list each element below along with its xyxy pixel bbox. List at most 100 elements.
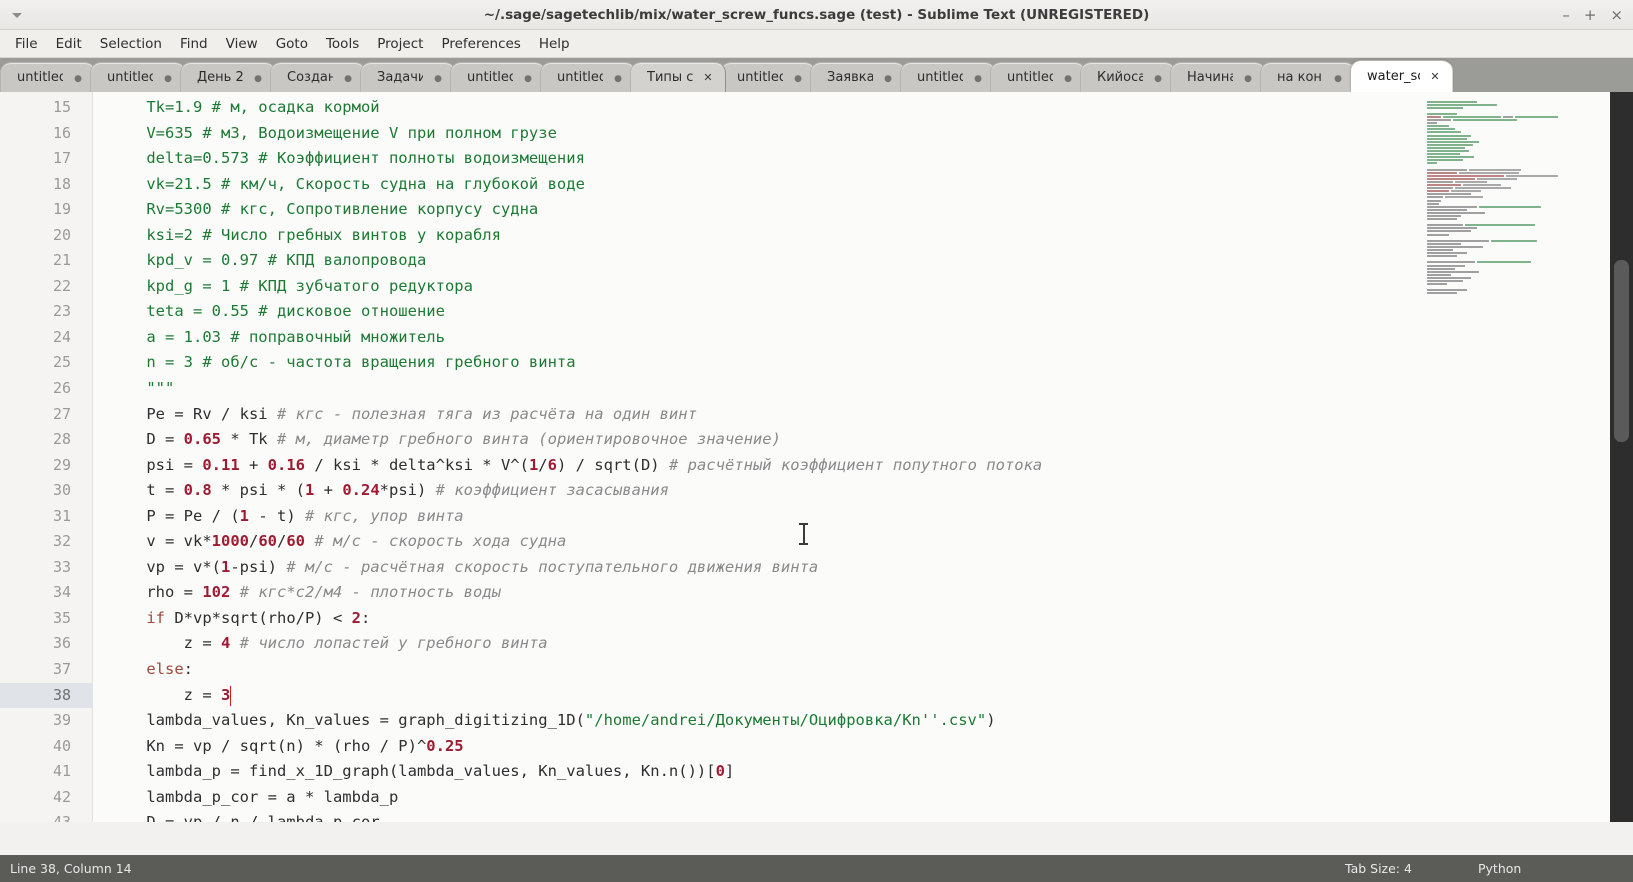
code-line[interactable]: Pe = Rv / ksi # кгс - полезная тяга из р…: [94, 402, 1414, 428]
unsaved-dot-icon[interactable]: [71, 71, 85, 84]
token-str: a = 1.03 # поправочный множитель: [109, 327, 445, 346]
code-line[interactable]: lambda_values, Kn_values = graph_digitiz…: [94, 708, 1414, 734]
tab-label: на конк: [1277, 70, 1323, 85]
code-line[interactable]: D = vp / n / lambda_p_cor: [94, 810, 1414, 822]
tab-3[interactable]: Создани: [270, 62, 366, 92]
close-icon[interactable]: [1428, 70, 1442, 83]
code-line[interactable]: ksi=2 # Число гребных винтов у корабля: [94, 223, 1414, 249]
unsaved-dot-icon[interactable]: [1331, 71, 1345, 84]
menu-selection[interactable]: Selection: [91, 33, 171, 55]
code-line[interactable]: vk=21.5 # км/ч, Скорость судна на глубок…: [94, 172, 1414, 198]
code-line[interactable]: if D*vp*sqrt(rho/P) < 2:: [94, 606, 1414, 632]
minimap-segment: [1427, 187, 1453, 190]
code-line[interactable]: v = vk*1000/60/60 # м/с - скорость хода …: [94, 529, 1414, 555]
unsaved-dot-icon[interactable]: [1151, 71, 1165, 84]
menu-file[interactable]: File: [6, 33, 47, 55]
token-plain: z =: [109, 685, 221, 704]
tab-0[interactable]: untitled: [0, 62, 96, 92]
token-plain: ) / sqrt(D): [556, 455, 669, 474]
code-line[interactable]: lambda_p = find_x_1D_graph(lambda_values…: [94, 759, 1414, 785]
code-line[interactable]: psi = 0.11 + 0.16 / ksi * delta^ksi * V^…: [94, 453, 1414, 479]
maximize-button[interactable]: +: [1584, 7, 1597, 23]
line-number: 18: [52, 174, 71, 193]
menu-view[interactable]: View: [217, 33, 267, 55]
token-plain: lambda_p_cor = a * lambda_p: [109, 787, 399, 806]
unsaved-dot-icon[interactable]: [1241, 71, 1255, 84]
tab-14[interactable]: на конк: [1260, 62, 1356, 92]
vertical-scrollbar-thumb[interactable]: [1614, 260, 1629, 442]
minimap-segment: [1515, 116, 1558, 119]
code-text-area[interactable]: Tk=1.9 # м, осадка кормой V=635 # м3, Во…: [94, 95, 1414, 822]
minimize-button[interactable]: –: [1562, 7, 1570, 23]
menu-tools[interactable]: Tools: [317, 33, 368, 55]
vertical-scrollbar[interactable]: [1610, 92, 1633, 822]
token-plain: * Tk: [220, 430, 277, 449]
tab-6[interactable]: untitled: [540, 62, 636, 92]
code-line[interactable]: a = 1.03 # поправочный множитель: [94, 325, 1414, 351]
code-line[interactable]: P = Pe / (1 - t) # кгс, упор винта: [94, 504, 1414, 530]
close-icon[interactable]: [701, 71, 715, 84]
unsaved-dot-icon[interactable]: [791, 71, 805, 84]
code-line[interactable]: t = 0.8 * psi * (1 + 0.24*psi) # коэффиц…: [94, 478, 1414, 504]
code-line[interactable]: z = 4 # число лопастей у гребного винта: [94, 631, 1414, 657]
code-line[interactable]: z = 3: [94, 683, 1414, 709]
tab-11[interactable]: untitled: [990, 62, 1086, 92]
code-line[interactable]: kpd_g = 1 # КПД зубчатого редуктора: [94, 274, 1414, 300]
tab-12[interactable]: Кийосак: [1080, 62, 1176, 92]
code-line[interactable]: lambda_p_cor = a * lambda_p: [94, 785, 1414, 811]
unsaved-dot-icon[interactable]: [971, 71, 985, 84]
token-str: vk=21.5 # км/ч, Скорость судна на глубок…: [109, 174, 585, 193]
tab-10[interactable]: untitled: [900, 62, 996, 92]
tab-1[interactable]: untitled: [90, 62, 186, 92]
code-line[interactable]: delta=0.573 # Коэффициент полноты водоиз…: [94, 146, 1414, 172]
code-line[interactable]: vp = v*(1-psi) # м/с - расчётная скорост…: [94, 555, 1414, 581]
code-line[interactable]: else:: [94, 657, 1414, 683]
tab-4[interactable]: Задачи: [360, 62, 456, 92]
unsaved-dot-icon[interactable]: [611, 71, 625, 84]
unsaved-dot-icon[interactable]: [161, 71, 175, 84]
tab-size-status[interactable]: Tab Size: 4: [1345, 861, 1412, 876]
code-line[interactable]: n = 3 # об/с - частота вращения гребного…: [94, 350, 1414, 376]
tab-15[interactable]: water_sc: [1350, 60, 1453, 92]
minimap-segment: [1427, 233, 1449, 236]
code-line[interactable]: Tk=1.9 # м, осадка кормой: [94, 95, 1414, 121]
menu-edit[interactable]: Edit: [47, 33, 91, 55]
language-status[interactable]: Python: [1478, 861, 1521, 876]
code-line[interactable]: teta = 0.55 # дисковое отношение: [94, 299, 1414, 325]
token-plain: :: [183, 660, 193, 679]
menu-project[interactable]: Project: [368, 33, 432, 55]
code-editor[interactable]: 15 16 17 18 19 20 21 22 23 24 25 26 27 28 29 30 31 32 33 34…: [0, 92, 1633, 822]
code-line[interactable]: """: [94, 376, 1414, 402]
tab-label: Типы сч: [647, 70, 693, 85]
unsaved-dot-icon[interactable]: [341, 71, 355, 84]
menu-help[interactable]: Help: [530, 33, 579, 55]
unsaved-dot-icon[interactable]: [251, 71, 265, 84]
unsaved-dot-icon[interactable]: [521, 71, 535, 84]
token-com: # кгс*с2/м4 - плотность воды: [239, 583, 501, 602]
cursor-position-status[interactable]: Line 38, Column 14: [10, 861, 132, 876]
tab-7[interactable]: Типы сч: [630, 62, 726, 92]
close-button[interactable]: ×: [1610, 7, 1623, 23]
line-number: 42: [52, 787, 71, 806]
code-line[interactable]: kpd_v = 0.97 # КПД валопровода: [94, 248, 1414, 274]
tab-5[interactable]: untitled: [450, 62, 546, 92]
tab-2[interactable]: День 2 -: [180, 62, 276, 92]
tab-9[interactable]: Заявка р: [810, 62, 906, 92]
code-line[interactable]: Rv=5300 # кгс, Сопротивление корпусу суд…: [94, 197, 1414, 223]
unsaved-dot-icon[interactable]: [881, 71, 895, 84]
menu-preferences[interactable]: Preferences: [432, 33, 529, 55]
tab-8[interactable]: untitled: [720, 62, 816, 92]
code-line[interactable]: V=635 # м3, Водоизмещение V при полном г…: [94, 121, 1414, 147]
code-line[interactable]: D = 0.65 * Tk # м, диаметр гребного винт…: [94, 427, 1414, 453]
unsaved-dot-icon[interactable]: [1061, 71, 1075, 84]
menu-goto[interactable]: Goto: [267, 33, 317, 55]
code-line[interactable]: Kn = vp / sqrt(n) * (rho / P)^0.25: [94, 734, 1414, 760]
unsaved-dot-icon[interactable]: [431, 71, 445, 84]
tab-13[interactable]: Начинае: [1170, 62, 1266, 92]
minimap-segment: [1427, 153, 1460, 156]
token-kw: if: [146, 608, 165, 627]
code-line[interactable]: rho = 102 # кгс*с2/м4 - плотность воды: [94, 580, 1414, 606]
code-minimap[interactable]: [1414, 92, 1610, 822]
menu-find[interactable]: Find: [171, 33, 217, 55]
